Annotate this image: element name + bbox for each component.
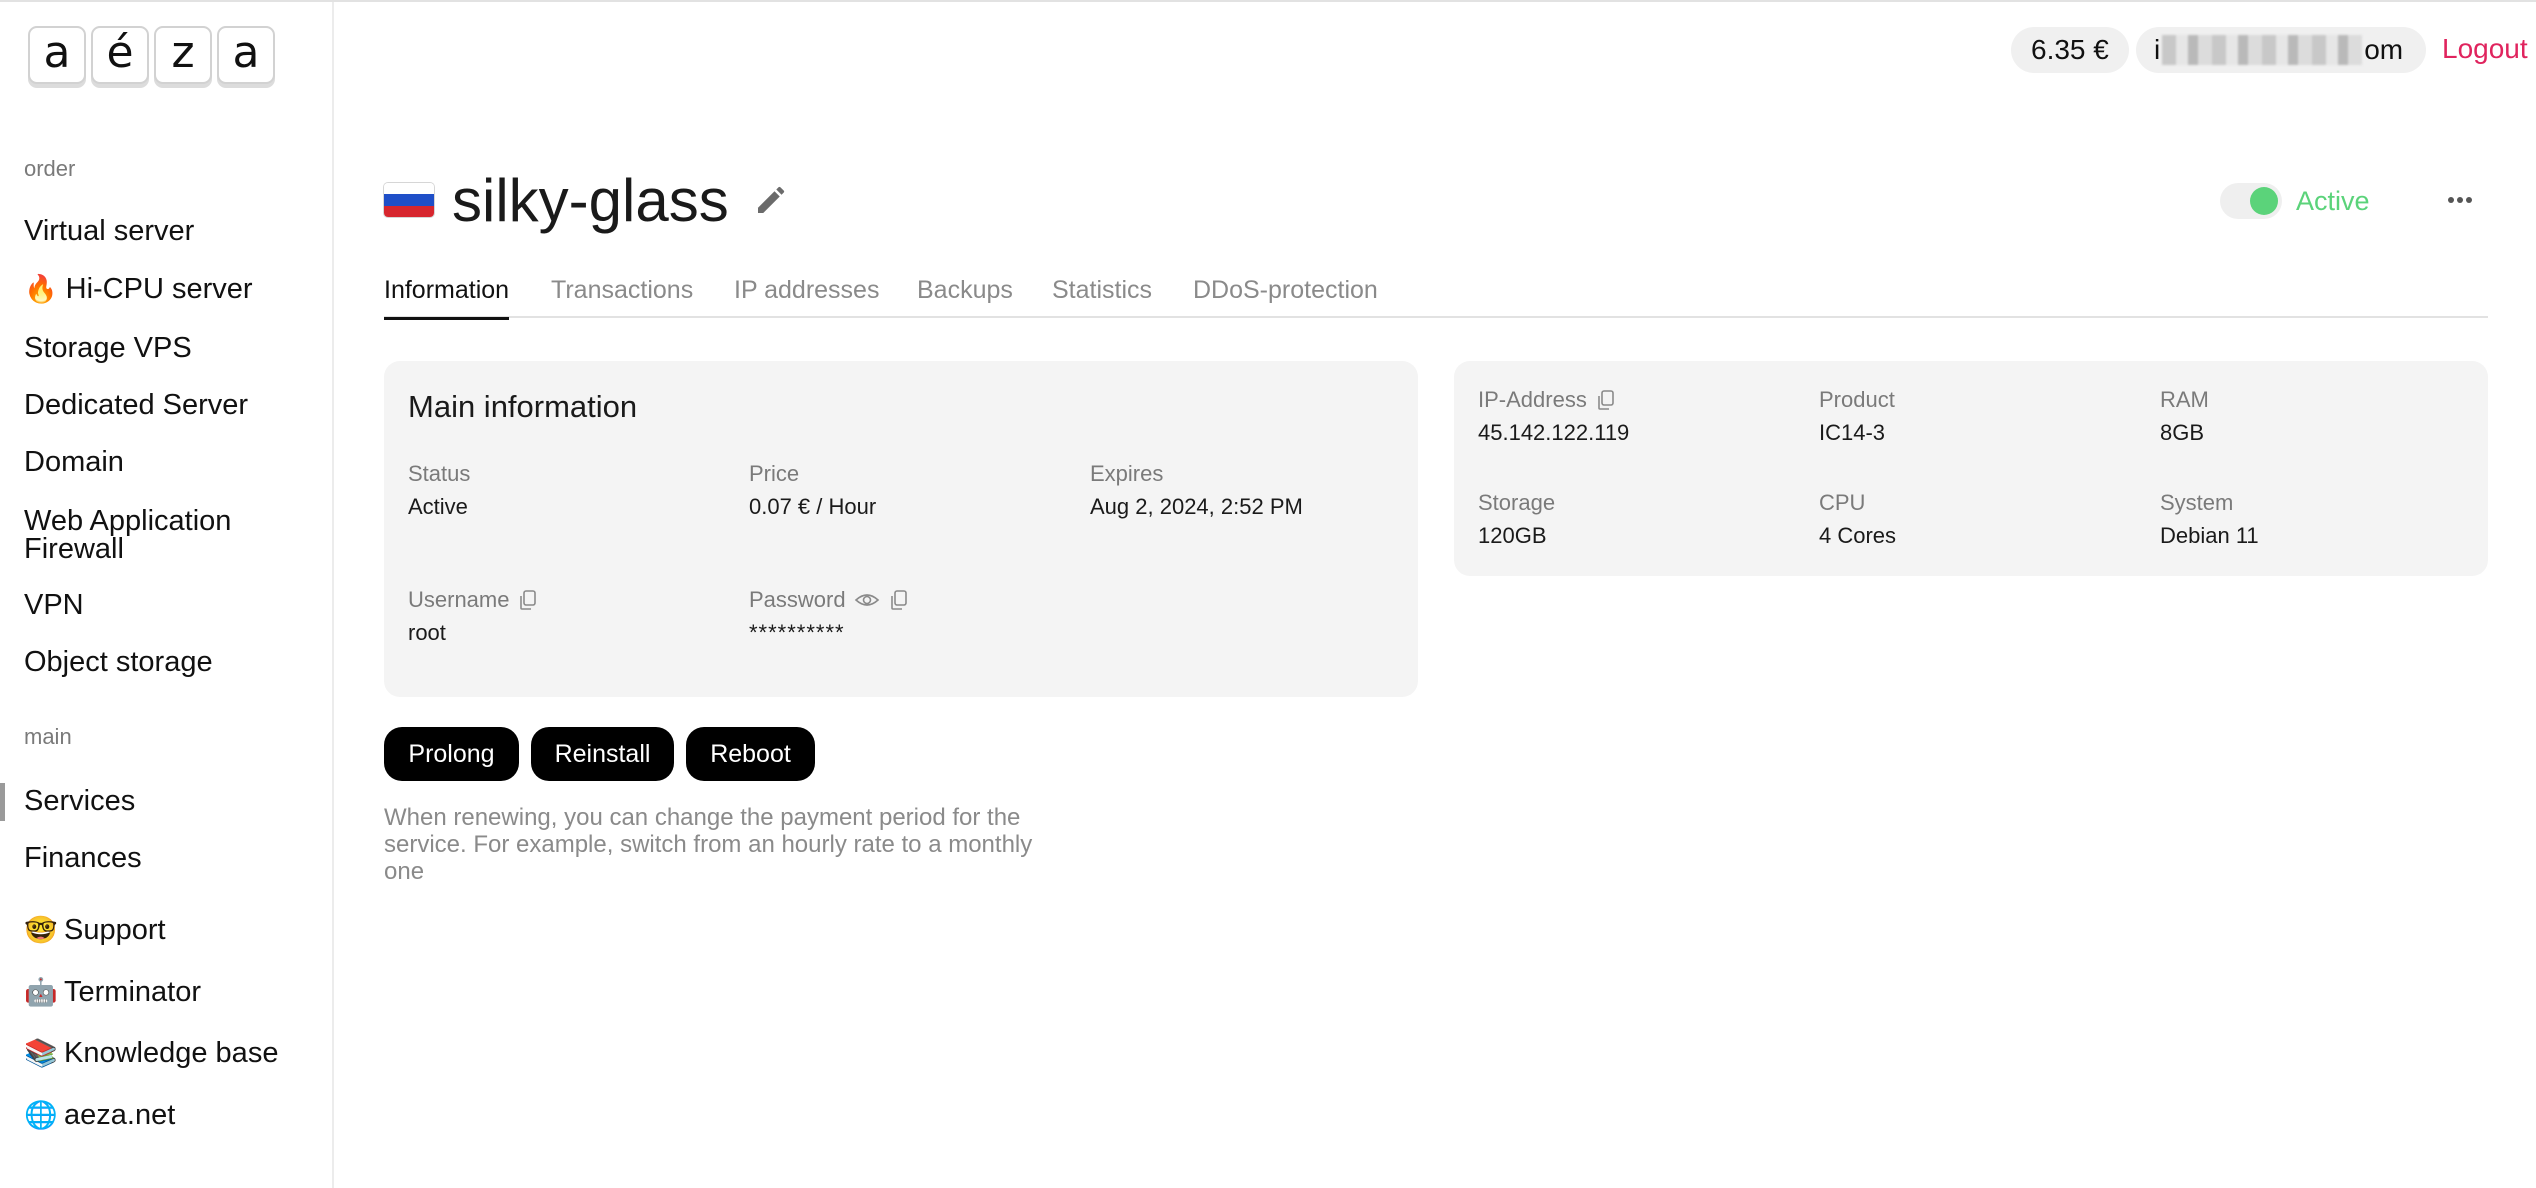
sidebar-item-hi-cpu-server[interactable]: 🔥 Hi-CPU server [24,273,314,305]
status-label: Status [408,461,471,486]
tab-statistics[interactable]: Statistics [1052,276,1152,317]
ip-label-row: IP-Address [1478,387,1617,413]
sidebar: a é z a order Virtual server 🔥 Hi-CPU se… [0,2,334,1188]
logo-key-e: é [91,26,149,84]
sidebar-heading-order: order [24,156,76,181]
logo-key-a: a [28,26,86,84]
username-value: root [408,620,446,645]
expires-label: Expires [1090,461,1164,486]
books-icon: 📚 [24,1038,58,1068]
renewal-hint-text: When renewing, you can change the paymen… [384,804,1033,885]
username-label: Username [408,587,510,612]
eye-icon[interactable] [854,589,880,611]
tab-backups[interactable]: Backups [917,276,1013,317]
prolong-button[interactable]: Prolong [384,727,519,781]
top-border [0,0,2536,2]
sidebar-item-label: Domain [24,446,124,478]
sidebar-item-storage-vps[interactable]: Storage VPS [24,332,314,364]
russia-flag-icon [384,183,434,217]
status-toggle[interactable] [2220,183,2282,219]
card-title: Main information [408,389,638,424]
sidebar-item-label: Services [24,785,136,817]
sidebar-item-label: Object storage [24,646,213,678]
sidebar-item-label: Knowledge base [64,1037,279,1069]
username-label-row: Username [408,587,539,613]
pencil-icon[interactable] [752,183,788,219]
ram-value: 8GB [2160,420,2205,445]
fire-icon: 🔥 [24,274,58,304]
tab-ddos-protection[interactable]: DDoS-protection [1193,276,1378,317]
sidebar-item-object-storage[interactable]: Object storage [24,646,314,678]
active-indicator [0,783,5,821]
logo-key-z: z [154,26,212,84]
sidebar-item-label: Finances [24,842,142,874]
expires-value: Aug 2, 2024, 2:52 PM [1090,494,1303,519]
password-value: ********** [749,620,845,645]
aeza-logo[interactable]: a é z a [28,26,275,84]
server-name: silky-glass [452,167,729,234]
sidebar-item-terminator[interactable]: 🤖 Terminator [24,976,314,1008]
reinstall-button[interactable]: Reinstall [531,727,674,781]
balance-badge[interactable]: 6.35 € [2011,27,2129,73]
sidebar-item-vpn[interactable]: VPN [24,589,314,621]
sidebar-item-domain[interactable]: Domain [24,446,314,478]
ram-label: RAM [2160,387,2209,412]
sidebar-item-label: Storage VPS [24,332,192,364]
sidebar-item-finances[interactable]: Finances [24,842,314,874]
system-value: Debian 11 [2160,523,2259,548]
main-information-card: Main information Status Active Price 0.0… [384,361,1418,697]
sidebar-item-aeza-net[interactable]: 🌐 aeza.net [24,1099,314,1131]
price-label: Price [749,461,800,486]
storage-label: Storage [1478,490,1556,515]
storage-value: 120GB [1478,523,1547,548]
copy-icon[interactable] [1595,389,1617,411]
nerd-face-icon: 🤓 [24,915,58,945]
cpu-label: CPU [1819,490,1866,515]
ip-label: IP-Address [1478,387,1587,412]
product-label: Product [1819,387,1895,412]
logout-link[interactable]: Logout [2442,33,2528,65]
email-suffix: om [2364,34,2404,65]
sidebar-item-label: aeza.net [64,1099,176,1131]
email-redacted [2162,35,2363,65]
ip-value: 45.142.122.119 [1478,420,1630,445]
sidebar-item-virtual-server[interactable]: Virtual server [24,215,314,247]
account-email[interactable]: i om [2136,27,2426,73]
sidebar-item-label: Web Application Firewall [24,505,232,565]
cpu-value: 4 Cores [1819,523,1897,548]
password-label: Password [749,587,846,612]
tab-ip-addresses[interactable]: IP addresses [734,276,879,317]
tab-transactions[interactable]: Transactions [551,276,693,317]
reboot-button[interactable]: Reboot [686,727,815,781]
more-options-icon[interactable] [2444,186,2476,214]
status-value: Active [408,494,468,519]
server-specs-card: IP-Address 45.142.122.119 Product IC14-3… [1454,361,2488,576]
sidebar-item-web-application-firewall[interactable]: Web Application Firewall [24,505,264,565]
server-tabs: Information Transactions IP addresses Ba… [384,272,2488,320]
server-status-label: Active [2296,186,2370,216]
sidebar-item-label: Support [64,914,166,946]
password-label-row: Password [749,587,910,613]
sidebar-item-dedicated-server[interactable]: Dedicated Server [24,389,314,421]
sidebar-item-label: Terminator [64,976,201,1008]
sidebar-item-label: Virtual server [24,215,195,247]
sidebar-item-label: Dedicated Server [24,389,249,421]
globe-icon: 🌐 [24,1100,58,1130]
sidebar-item-label: Hi-CPU server [65,273,253,305]
copy-icon[interactable] [517,589,539,611]
email-prefix: i [2154,34,2161,65]
toggle-knob [2250,187,2278,215]
sidebar-item-support[interactable]: 🤓 Support [24,914,314,946]
sidebar-item-services[interactable]: Services [24,785,314,817]
price-value: 0.07 € / Hour [749,494,877,519]
product-value: IC14-3 [1819,420,1886,445]
system-label: System [2160,490,2234,515]
copy-icon[interactable] [888,589,910,611]
tab-information[interactable]: Information [384,276,510,320]
sidebar-heading-main: main [24,724,72,749]
robot-icon: 🤖 [24,977,58,1007]
logo-key-a2: a [217,26,275,84]
sidebar-item-label: VPN [24,589,84,621]
sidebar-item-knowledge-base[interactable]: 📚 Knowledge base [24,1037,314,1069]
